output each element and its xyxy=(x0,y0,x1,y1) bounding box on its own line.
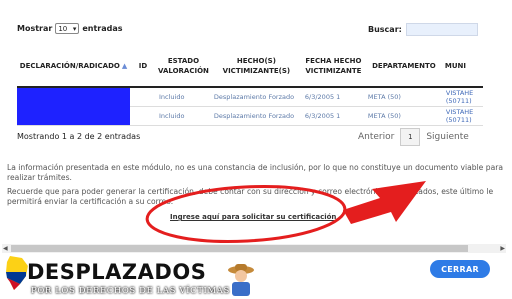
table-row: Incluido Desplazamiento Forzado 6/3/2005… xyxy=(17,87,483,126)
column-header-estado[interactable]: ESTADO VALORACIÓN xyxy=(156,45,211,88)
redacted-block xyxy=(17,87,130,126)
results-table: DECLARACIÓN/RADICADO ▲ ID ESTADO VALORACI… xyxy=(17,45,483,126)
certification-note: Recuerde que para poder generar la certi… xyxy=(7,187,494,206)
search-control: Buscar: xyxy=(368,23,478,36)
column-header-hecho[interactable]: HECHO(S) VICTIMIZANTE(S) xyxy=(210,45,302,88)
estado-cell: Incluido xyxy=(156,87,211,107)
showing-entries-info: Mostrando 1 a 2 de 2 entradas xyxy=(17,132,141,141)
column-header-declaracion[interactable]: DECLARACIÓN/RADICADO ▲ xyxy=(17,45,130,88)
scrollbar-thumb[interactable] xyxy=(11,245,468,252)
column-header-fecha[interactable]: FECHA HECHO VICTIMIZANTE xyxy=(301,45,365,88)
column-header-municipio[interactable]: MUNI xyxy=(442,45,483,88)
estado-cell: Incluido xyxy=(156,106,211,126)
scroll-right-icon[interactable]: ▶ xyxy=(500,244,505,253)
table-header-row: DECLARACIÓN/RADICADO ▲ ID ESTADO VALORACI… xyxy=(17,45,483,88)
fecha-cell: 6/3/2005 1 xyxy=(301,87,365,107)
search-label: Buscar: xyxy=(368,25,402,34)
entries-label: entradas xyxy=(82,24,123,33)
previous-page-link[interactable]: Anterior xyxy=(358,132,394,142)
column-header-departamento[interactable]: DEPARTAMENTO xyxy=(364,45,443,88)
pagination: Anterior 1 Siguiente xyxy=(358,128,469,146)
search-input[interactable] xyxy=(405,23,478,36)
id-cell xyxy=(130,106,156,126)
brand-tagline: POR LOS DERECHOS DE LAS VÍCTIMAS xyxy=(31,286,230,296)
municipio-cell: VISTAHE (50711) xyxy=(442,106,483,126)
scroll-left-icon[interactable]: ◀ xyxy=(3,244,8,253)
show-label: Mostrar xyxy=(17,24,53,33)
chevron-down-icon: ▾ xyxy=(72,24,77,33)
mascot-avatar xyxy=(228,264,254,296)
municipio-cell: VISTAHE (50711) xyxy=(442,87,483,107)
page-size-select[interactable]: 10 ▾ xyxy=(55,23,80,34)
next-page-link[interactable]: Siguiente xyxy=(426,132,468,142)
page-number-button[interactable]: 1 xyxy=(400,128,421,146)
fecha-cell: 6/3/2005 1 xyxy=(301,106,365,126)
request-certificate-link[interactable]: Ingrese aquí para solicitar su certifica… xyxy=(170,213,336,221)
horizontal-scrollbar[interactable]: ◀ ▶ xyxy=(2,244,506,253)
hecho-cell: Desplazamiento Forzado xyxy=(210,106,302,126)
page-size-value: 10 xyxy=(58,24,68,33)
id-cell xyxy=(130,87,156,107)
departamento-cell: META (50) xyxy=(364,87,443,107)
table-footer: Mostrando 1 a 2 de 2 entradas Anterior 1… xyxy=(17,128,512,148)
close-button[interactable]: CERRAR xyxy=(430,260,490,278)
sort-asc-icon: ▲ xyxy=(121,61,128,70)
disclaimer-text: La información presentada en este módulo… xyxy=(7,163,504,182)
brand-logo-text: DESPLAZADOS xyxy=(27,260,207,284)
table-controls: Mostrar 10 ▾ entradas Buscar: xyxy=(17,21,512,37)
hecho-cell: Desplazamiento Forzado xyxy=(210,87,302,107)
page-size-control: Mostrar 10 ▾ entradas xyxy=(17,23,123,34)
column-header-id[interactable]: ID xyxy=(130,45,156,88)
departamento-cell: META (50) xyxy=(364,106,443,126)
